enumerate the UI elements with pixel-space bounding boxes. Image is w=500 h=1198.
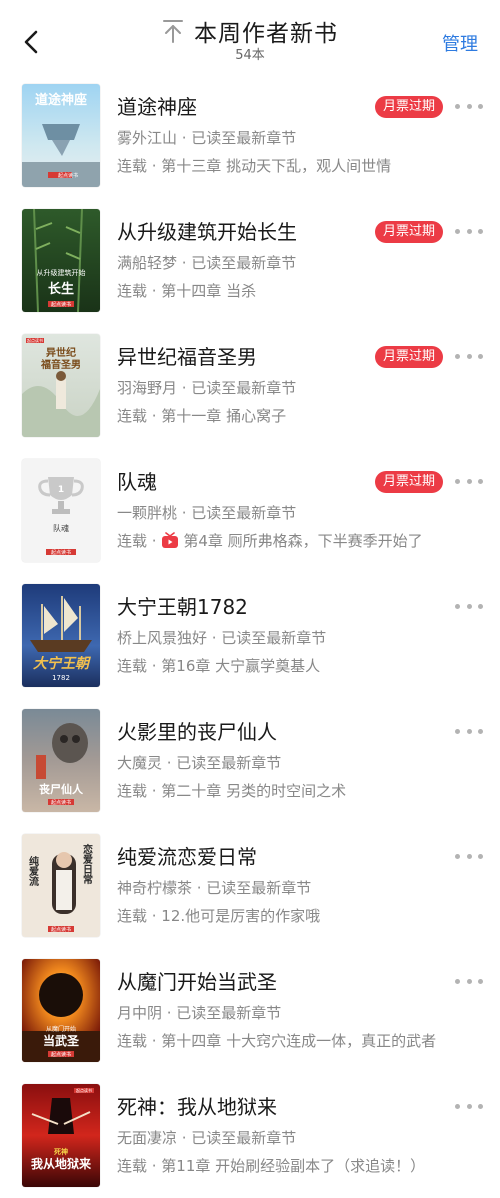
svg-text:队魂: 队魂 — [53, 523, 69, 533]
list-item[interactable]: 从魔门开始 当武圣 起点读书 从魔门开始当武圣 月中阴 · 已读至最新章节 连载… — [0, 947, 500, 1072]
book-title: 异世纪福音圣男 — [117, 345, 257, 369]
svg-text:死神: 死神 — [53, 1147, 68, 1156]
book-cover[interactable]: 1 队魂 起点读书 — [22, 459, 100, 562]
book-title: 纯爱流恋爱日常 — [117, 845, 257, 869]
chevron-left-icon — [24, 30, 38, 54]
more-options-icon[interactable] — [455, 471, 483, 491]
book-title: 从升级建筑开始长生 — [117, 220, 297, 244]
book-latest-chapter: 连载 · 第16章 大宁赢学奠基人 — [117, 657, 321, 675]
book-author-status: 无面凄凉 · 已读至最新章节 — [117, 1129, 297, 1147]
svg-text:起点读书: 起点读书 — [51, 926, 71, 933]
title-group: 本周作者新书 54本 — [140, 14, 360, 64]
svg-text:起点读书: 起点读书 — [51, 1051, 71, 1058]
book-latest-chapter: 连载 · 12.他可是厉害的作家哦 — [117, 907, 321, 925]
monthly-ticket-badge: 月票过期 — [375, 471, 444, 493]
list-item[interactable]: 大宁王朝 1782 大宁王朝1782 桥上风景独好 · 已读至最新章节 连载 ·… — [0, 572, 500, 697]
more-options-icon[interactable] — [455, 346, 483, 366]
svg-text:1: 1 — [58, 485, 64, 495]
svg-text:从升级建筑开始: 从升级建筑开始 — [37, 268, 86, 277]
book-title: 火影里的丧尸仙人 — [117, 720, 277, 744]
book-title: 队魂 — [117, 470, 157, 494]
book-author-status: 雾外江山 · 已读至最新章节 — [117, 129, 297, 147]
list-item[interactable]: 道途神座 起点读书 道途神座 雾外江山 · 已读至最新章节 连载 · 第十三章 … — [0, 72, 500, 197]
book-title: 从魔门开始当武圣 — [117, 970, 277, 994]
book-cover[interactable]: 起点读书 死神 我从地狱来 — [22, 1084, 100, 1187]
book-latest-chapter: 连载 · 第十四章 当杀 — [117, 282, 257, 300]
book-author-status: 一颗胖桃 · 已读至最新章节 — [117, 504, 297, 522]
book-count: 54本 — [235, 48, 265, 63]
more-options-icon[interactable] — [455, 1096, 483, 1116]
book-title: 大宁王朝1782 — [117, 595, 248, 619]
svg-text:长生: 长生 — [48, 281, 74, 297]
book-latest-chapter: 连载 · 第十四章 十大窍穴连成一体，真正的武者 — [117, 1032, 437, 1050]
more-options-icon[interactable] — [455, 846, 483, 866]
svg-text:当武圣: 当武圣 — [43, 1033, 80, 1048]
book-author-status: 桥上风景独好 · 已读至最新章节 — [117, 629, 327, 647]
more-options-icon[interactable] — [455, 971, 483, 991]
book-author-status: 月中阴 · 已读至最新章节 — [117, 1004, 282, 1022]
svg-text:1782: 1782 — [52, 674, 70, 682]
book-cover[interactable]: 从魔门开始 当武圣 起点读书 — [22, 959, 100, 1062]
book-cover[interactable]: 起点读书 异世纪 福音圣男 — [22, 334, 100, 437]
book-cover[interactable]: 纯爱流 恋爱日常 起点读书 — [22, 834, 100, 937]
book-author-status: 满船轻梦 · 已读至最新章节 — [117, 254, 297, 272]
more-options-icon[interactable] — [455, 96, 483, 116]
book-cover[interactable]: 从升级建筑开始 长生 起点读书 — [22, 209, 100, 312]
monthly-ticket-badge: 月票过期 — [375, 221, 444, 243]
list-item[interactable]: 丧尸仙人 起点读书 火影里的丧尸仙人 大魔灵 · 已读至最新章节 连载 · 第二… — [0, 697, 500, 822]
svg-text:起点读书: 起点读书 — [51, 549, 71, 556]
more-options-icon[interactable] — [455, 721, 483, 741]
video-icon — [162, 531, 179, 548]
svg-text:丧尸仙人: 丧尸仙人 — [39, 782, 84, 796]
list-item[interactable]: 从升级建筑开始 长生 起点读书 从升级建筑开始长生 满船轻梦 · 已读至最新章节… — [0, 197, 500, 322]
more-options-icon[interactable] — [455, 596, 483, 616]
top-bar: 本周作者新书 54本 管理 — [0, 0, 500, 72]
book-cover[interactable]: 大宁王朝 1782 — [22, 584, 100, 687]
book-cover[interactable]: 道途神座 起点读书 — [22, 84, 100, 187]
arrow-up-bar-icon[interactable] — [162, 18, 184, 44]
list-item[interactable]: 起点读书 异世纪 福音圣男 异世纪福音圣男 羽海野月 · 已读至最新章节 连载 … — [0, 322, 500, 447]
cover-title: 道途神座 — [35, 92, 87, 108]
svg-text:恋爱日常: 恋爱日常 — [81, 843, 93, 885]
book-latest-chapter: 连载 · 第二十章 另类的时空间之术 — [117, 782, 347, 800]
book-title: 死神：我从地狱来 — [117, 1095, 277, 1119]
list-item[interactable]: 纯爱流 恋爱日常 起点读书 纯爱流恋爱日常 神奇柠檬茶 · 已读至最新章节 连载… — [0, 822, 500, 947]
svg-text:异世纪: 异世纪 — [46, 346, 76, 359]
book-author-status: 大魔灵 · 已读至最新章节 — [117, 754, 282, 772]
book-latest-chapter: 连载 · 第十三章 挑动天下乱，观人间世情 — [117, 157, 392, 175]
svg-text:起点读书: 起点读书 — [51, 301, 71, 308]
manage-button[interactable]: 管理 — [442, 30, 478, 56]
svg-text:纯爱流: 纯爱流 — [27, 855, 39, 887]
book-cover[interactable]: 丧尸仙人 起点读书 — [22, 709, 100, 812]
list-item[interactable]: 起点读书 死神 我从地狱来 死神：我从地狱来 无面凄凉 · 已读至最新章节 连载… — [0, 1072, 500, 1197]
book-author-status: 羽海野月 · 已读至最新章节 — [117, 379, 297, 397]
back-button[interactable] — [14, 24, 50, 60]
svg-text:起点读书: 起点读书 — [51, 799, 71, 806]
book-list: 道途神座 起点读书 道途神座 雾外江山 · 已读至最新章节 连载 · 第十三章 … — [0, 72, 500, 1197]
book-latest-chapter: 连载 · 第11章 开始刷经验副本了（求追读！） — [117, 1157, 426, 1175]
page-title: 本周作者新书 — [194, 21, 338, 47]
book-title: 道途神座 — [117, 95, 197, 119]
svg-text:起点读书: 起点读书 — [76, 1087, 92, 1093]
monthly-ticket-badge: 月票过期 — [375, 346, 444, 368]
svg-text:大宁王朝: 大宁王朝 — [33, 655, 91, 672]
book-author-status: 神奇柠檬茶 · 已读至最新章节 — [117, 879, 312, 897]
book-latest-chapter: 连载 · 第4章 厕所弗格森，下半赛季开始了 — [117, 531, 423, 550]
svg-text:起点读书: 起点读书 — [27, 337, 43, 343]
svg-text:起点读书: 起点读书 — [58, 172, 78, 179]
svg-text:我从地狱来: 我从地狱来 — [31, 1156, 92, 1171]
monthly-ticket-badge: 月票过期 — [375, 96, 444, 118]
more-options-icon[interactable] — [455, 221, 483, 241]
list-item[interactable]: 1 队魂 起点读书 队魂 一颗胖桃 · 已读至最新章节 连载 · 第4章 厕所弗… — [0, 447, 500, 572]
book-latest-chapter: 连载 · 第十一章 捅心窝子 — [117, 407, 287, 425]
svg-text:福音圣男: 福音圣男 — [40, 358, 81, 371]
svg-text:从魔门开始: 从魔门开始 — [46, 1025, 76, 1033]
